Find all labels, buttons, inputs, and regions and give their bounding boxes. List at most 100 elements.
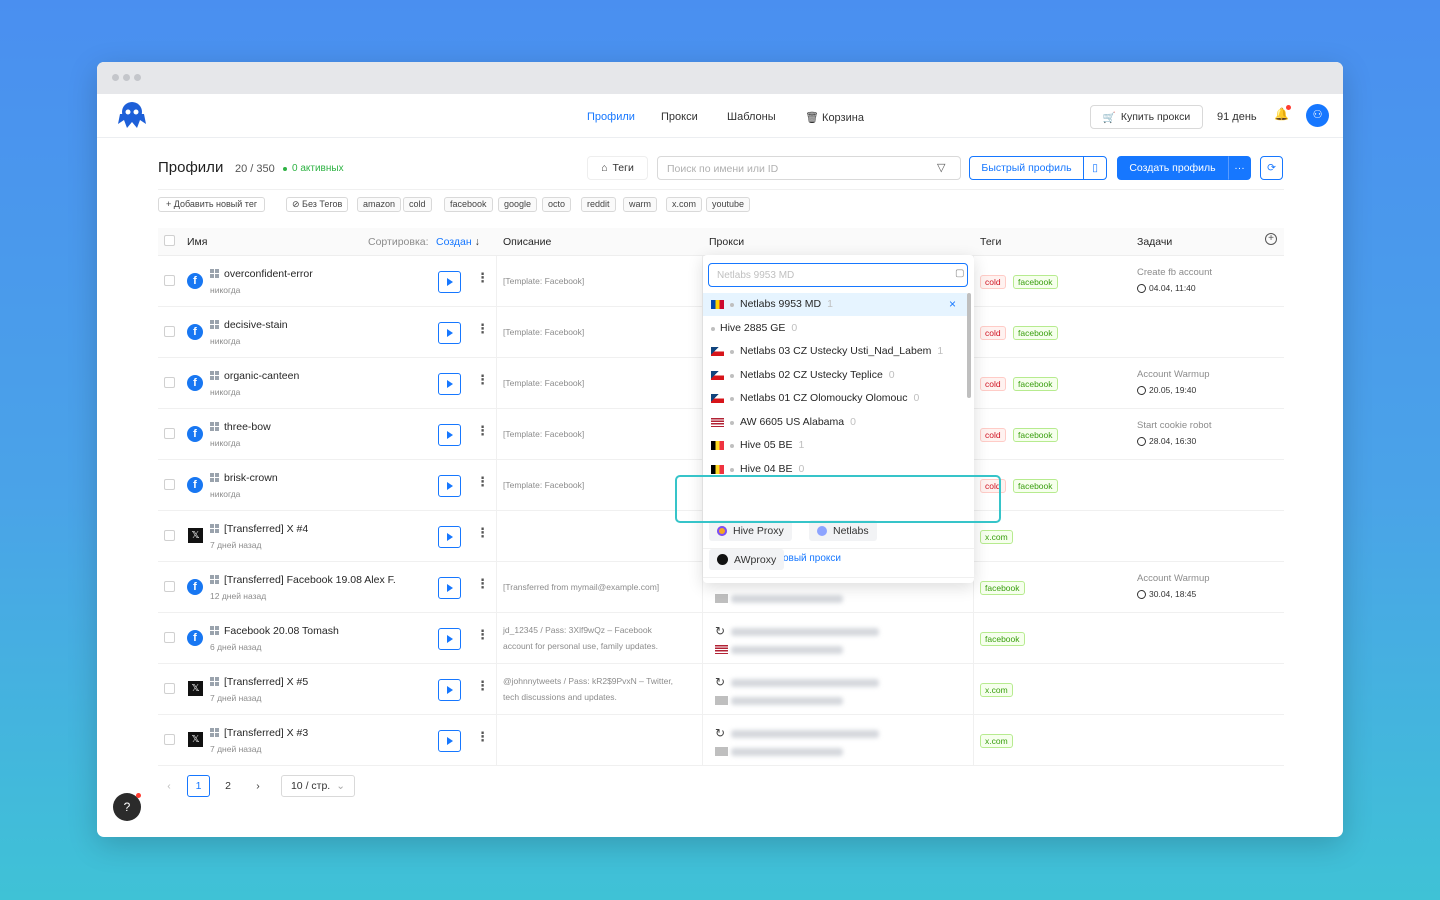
avatar[interactable]: ⚇ — [1306, 104, 1329, 127]
proxy-option[interactable]: Netlabs 9953 MD 1 × — [703, 293, 967, 316]
row-checkbox[interactable] — [164, 530, 175, 541]
proxy-option-name: Netlabs 03 CZ Ustecky Usti_Nad_Labem — [740, 345, 932, 357]
column-divider — [496, 256, 497, 307]
no-tags-label: Без Тегов — [302, 199, 343, 209]
tags-label: Теги — [612, 162, 634, 174]
proxy-info-redacted — [731, 646, 843, 654]
proxy-option[interactable]: AW 6605 US Alabama 0 — [703, 411, 967, 434]
kebab-menu-icon[interactable]: ⋮ — [476, 424, 489, 437]
row-checkbox[interactable] — [164, 275, 175, 286]
description-line: tech discussions and updates. — [503, 692, 617, 702]
tag-filter-reddit[interactable]: reddit — [581, 197, 616, 212]
row-checkbox[interactable] — [164, 632, 175, 643]
tag-filter-warm[interactable]: warm — [623, 197, 657, 212]
play-button[interactable] — [438, 526, 461, 548]
task-date: 04.04, 11:40 — [1137, 283, 1196, 293]
nav-trash[interactable]: 🗑 Корзина — [805, 111, 864, 124]
provider-chip-hive[interactable]: Hive Proxy — [709, 520, 792, 541]
tag-filter-youtube[interactable]: youtube — [706, 197, 751, 212]
play-button[interactable] — [438, 628, 461, 650]
tag-filter-xcom[interactable]: x.com — [666, 197, 703, 212]
tag-filter-octo[interactable]: octo — [542, 197, 572, 212]
play-button[interactable] — [438, 475, 461, 497]
trash-icon: 🗑 — [805, 112, 819, 124]
search-input[interactable]: Поиск по имени или ID — [657, 156, 961, 180]
close-icon[interactable]: × — [949, 297, 956, 311]
row-checkbox[interactable] — [164, 479, 175, 490]
kebab-menu-icon[interactable]: ⋮ — [476, 373, 489, 386]
play-button[interactable] — [438, 679, 461, 701]
octopus-logo-icon[interactable] — [116, 100, 148, 130]
row-checkbox[interactable] — [164, 581, 175, 592]
header-name: Имя — [187, 236, 208, 248]
row-checkbox[interactable] — [164, 734, 175, 745]
provider-chip-awproxy[interactable]: AWproxy — [709, 549, 785, 570]
proxy-option[interactable]: Netlabs 02 CZ Ustecky Teplice 0 — [703, 364, 967, 387]
proxy-option[interactable]: Netlabs 03 CZ Ustecky Usti_Nad_Labem 1 — [703, 340, 967, 363]
proxy-option[interactable]: Hive 05 BE 1 — [703, 434, 967, 457]
row-checkbox[interactable] — [164, 683, 175, 694]
page-1-button[interactable]: 1 — [187, 775, 210, 797]
kebab-menu-icon[interactable]: ⋮ — [476, 475, 489, 488]
play-button[interactable] — [438, 730, 461, 752]
proxy-option[interactable]: Netlabs 01 CZ Olomoucky Olomouc 0 — [703, 387, 967, 410]
scrollbar[interactable] — [967, 293, 971, 398]
column-divider — [973, 715, 974, 766]
play-button[interactable] — [438, 577, 461, 599]
play-button[interactable] — [438, 373, 461, 395]
kebab-menu-icon[interactable]: ⋮ — [476, 679, 489, 692]
buy-proxy-button[interactable]: 🛒 Купить прокси — [1090, 105, 1203, 129]
tag-filter-google[interactable]: google — [498, 197, 538, 212]
no-tags-filter[interactable]: ⊘ Без Тегов — [286, 197, 349, 212]
row-checkbox[interactable] — [164, 377, 175, 388]
proxy-option[interactable]: Hive 2885 GE 0 — [703, 317, 967, 340]
quick-profile-button[interactable]: Быстрый профиль — [969, 156, 1084, 180]
kebab-menu-icon[interactable]: ⋮ — [476, 271, 489, 284]
proxy-option-name: Netlabs 02 CZ Ustecky Teplice — [740, 368, 883, 381]
tag-filter-cold[interactable]: cold — [403, 197, 432, 212]
x-icon: 𝕏 — [188, 681, 203, 696]
row-checkbox[interactable] — [164, 428, 175, 439]
window-dot[interactable] — [112, 74, 119, 81]
more-icon[interactable]: ··· — [1228, 156, 1251, 180]
prev-page-button[interactable]: ‹ — [163, 775, 175, 797]
kebab-menu-icon[interactable]: ⋮ — [476, 730, 489, 743]
play-button[interactable] — [438, 424, 461, 446]
kebab-menu-icon[interactable]: ⋮ — [476, 526, 489, 539]
file-icon[interactable]: ▯ — [1083, 156, 1107, 180]
nav-proxy[interactable]: Прокси — [661, 111, 698, 123]
last-opened: 6 дней назад — [210, 642, 262, 652]
row-checkbox[interactable] — [164, 326, 175, 337]
kebab-menu-icon[interactable]: ⋮ — [476, 322, 489, 335]
select-all-checkbox[interactable] — [164, 235, 175, 246]
add-column-icon[interactable]: + — [1265, 233, 1277, 245]
tag-filter-facebook[interactable]: facebook — [444, 197, 493, 212]
us-flag-icon — [715, 645, 728, 654]
window-dot[interactable] — [134, 74, 141, 81]
sort-control[interactable]: Создан ↓ — [436, 236, 480, 248]
copy-icon[interactable]: ▢ — [955, 268, 964, 279]
play-button[interactable] — [438, 322, 461, 344]
proxy-search-input[interactable]: Netlabs 9953 MD — [708, 263, 968, 287]
nav-profiles[interactable]: Профили — [587, 111, 635, 123]
kebab-menu-icon[interactable]: ⋮ — [476, 577, 489, 590]
filter-icon[interactable]: ▽ — [937, 161, 945, 174]
kebab-menu-icon[interactable]: ⋮ — [476, 628, 489, 641]
tags-button[interactable]: ⌂ Теги — [587, 156, 648, 180]
page-2-button[interactable]: 2 — [219, 775, 237, 797]
play-button[interactable] — [438, 271, 461, 293]
refresh-icon[interactable]: ⟳ — [1260, 156, 1283, 180]
proxy-option-label: Hive 2885 GE 0 — [720, 322, 797, 334]
column-divider — [496, 511, 497, 562]
next-page-button[interactable]: › — [249, 775, 267, 797]
profile-description: [Transferred from mymail@example.com] — [503, 579, 693, 595]
page-size-select[interactable]: 10 / стр. ⌄ — [281, 775, 355, 797]
provider-chip-netlabs[interactable]: Netlabs — [809, 520, 877, 541]
tag-filter-amazon[interactable]: amazon — [357, 197, 402, 212]
add-tag-button[interactable]: + Добавить новый тег — [158, 197, 266, 212]
create-profile-button[interactable]: Создать профиль — [1117, 156, 1228, 180]
window-dot[interactable] — [123, 74, 130, 81]
nav-templates[interactable]: Шаблоны — [727, 111, 776, 123]
status-dot — [730, 350, 734, 354]
description-line: [Template: Facebook] — [503, 480, 585, 490]
